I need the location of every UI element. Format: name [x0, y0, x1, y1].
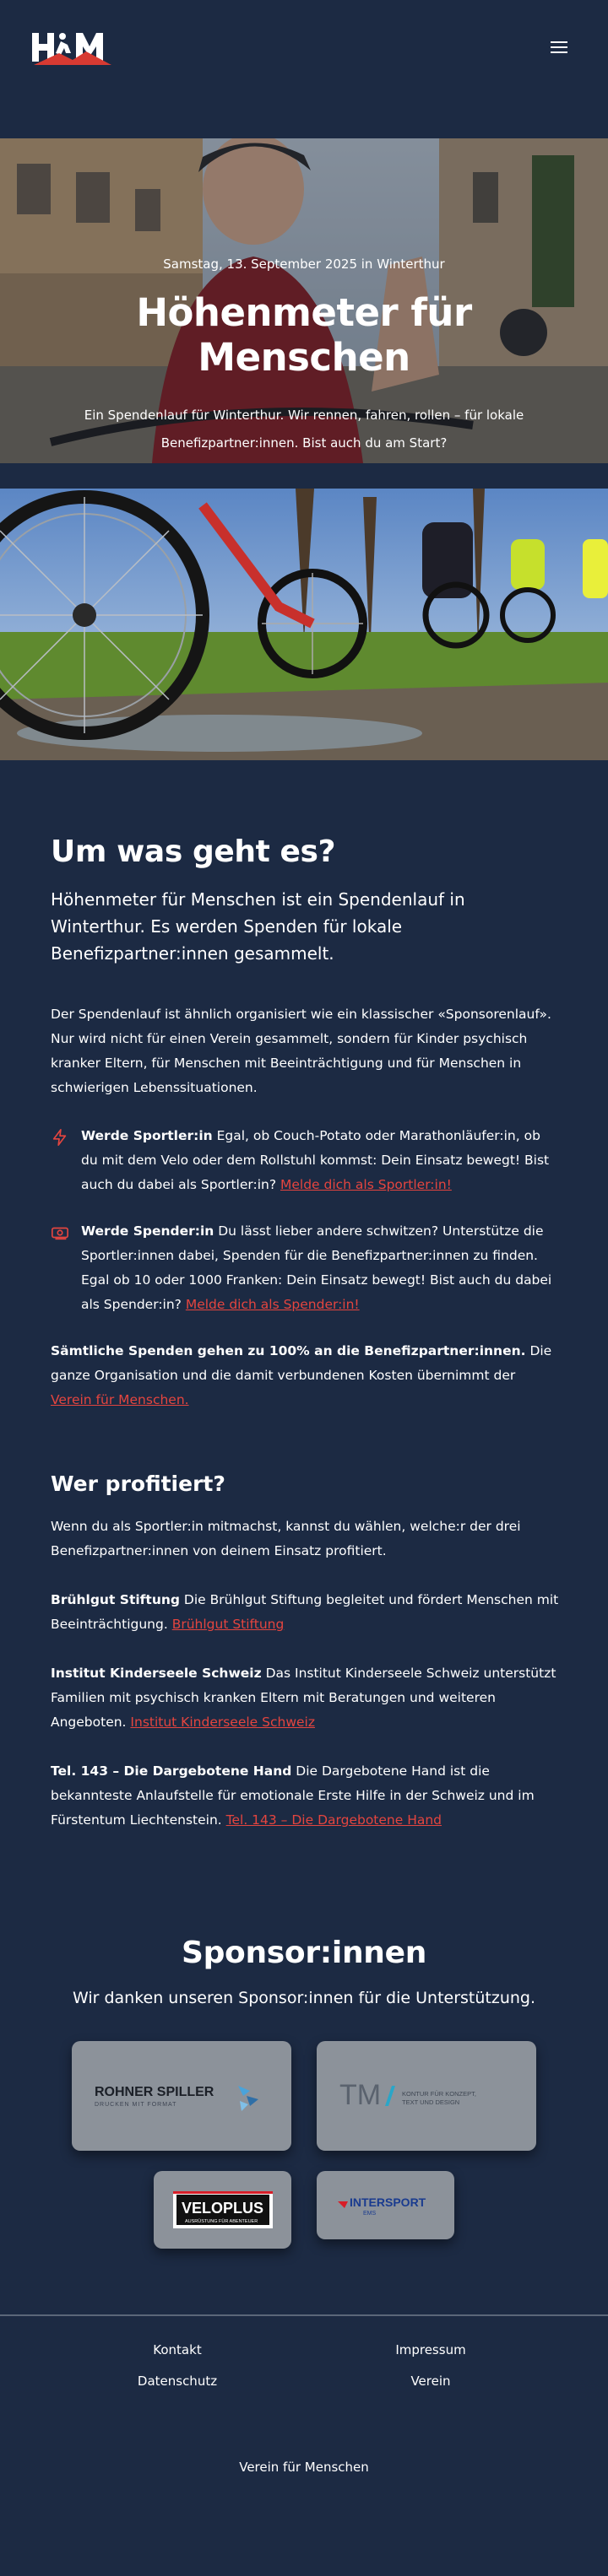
athlete-title: Werde Sportler:in	[81, 1128, 213, 1143]
svg-text:INTERSPORT: INTERSPORT	[350, 2195, 426, 2209]
hfm-logo-icon	[30, 31, 113, 65]
site-logo[interactable]	[30, 28, 113, 67]
sponsor-tm[interactable]: TM KONTUR FÜR KONZEPT, TEXT UND DESIGN	[317, 2041, 536, 2151]
kinderseele-link[interactable]: Institut Kinderseele Schweiz	[130, 1715, 315, 1730]
footer-organization: Verein für Menschen	[239, 2460, 369, 2475]
svg-text:VELOPLUS: VELOPLUS	[182, 2200, 263, 2217]
verein-link[interactable]: Verein für Menschen.	[51, 1392, 189, 1407]
sponsors-subtitle: Wir danken unseren Sponsor:innen für die…	[72, 1989, 536, 2007]
svg-text:ROHNER SPILLER: ROHNER SPILLER	[95, 2085, 214, 2099]
svg-text:DRUCKEN MIT FORMAT: DRUCKEN MIT FORMAT	[95, 2102, 176, 2108]
page-title: Höhenmeter für Menschen	[136, 290, 472, 380]
intersport-logo: INTERSPORT EMS	[337, 2195, 426, 2217]
beneficiaries-heading: Wer profitiert?	[51, 1472, 225, 1496]
beneficiary-name: Institut Kinderseele Schweiz	[51, 1666, 262, 1681]
hero-text: Ein Spendenlauf für Winterthur. Wir renn…	[68, 402, 540, 457]
beneficiary-item: Brühlgut Stiftung Die Brühlgut Stiftung …	[51, 1588, 559, 1637]
hamburger-menu-icon	[551, 41, 567, 43]
tel143-link[interactable]: Tel. 143 – Die Dargebotene Hand	[226, 1812, 442, 1828]
lightning-bolt-icon	[52, 1129, 67, 1146]
main-content: Um was geht es? Höhenmeter für Menschen …	[0, 760, 608, 1833]
donor-feature: Werde Spender:in Du lässt lieber andere …	[51, 1219, 559, 1317]
sponsors-section: Sponsor:innen Wir danken unseren Sponsor…	[0, 1936, 608, 2249]
donor-title: Werde Spender:in	[81, 1223, 214, 1239]
footer-links-right: Impressum Verein	[321, 2335, 540, 2397]
rohner-spiller-logo: ROHNER SPILLER DRUCKEN MIT FORMAT	[95, 2085, 258, 2111]
site-header	[0, 0, 608, 95]
hero-section: Samstag, 13. September 2025 in Winterthu…	[0, 138, 608, 463]
sponsor-veloplus[interactable]: VELOPLUS AUSRÜSTUNG FÜR ABENTEUER	[154, 2171, 291, 2249]
sponsor-intersport[interactable]: INTERSPORT EMS	[317, 2171, 454, 2239]
beneficiary-name: Tel. 143 – Die Dargebotene Hand	[51, 1763, 292, 1779]
footer-link-kontakt[interactable]: Kontakt	[68, 2335, 287, 2366]
bruehlgut-link[interactable]: Brühlgut Stiftung	[172, 1617, 285, 1632]
donation-note: Sämtliche Spenden gehen zu 100% an die B…	[51, 1339, 559, 1412]
bike-race-photo	[0, 489, 608, 760]
svg-text:TM: TM	[339, 2079, 381, 2111]
svg-text:KONTUR FÜR KONZEPT,: KONTUR FÜR KONZEPT,	[402, 2090, 476, 2098]
about-lead: Höhenmeter für Menschen ist ein Spendenl…	[51, 889, 465, 964]
about-intro: Der Spendenlauf ist ähnlich organisiert …	[51, 1007, 551, 1095]
signup-athlete-link[interactable]: Melde dich als Sportler:in!	[280, 1177, 452, 1192]
beneficiary-name: Brühlgut Stiftung	[51, 1592, 180, 1607]
sponsors-heading: Sponsor:innen	[181, 1936, 427, 1970]
event-date: Samstag, 13. September 2025 in Winterthu…	[163, 257, 445, 272]
tm-logo: TM KONTUR FÜR KONZEPT, TEXT UND DESIGN	[339, 2079, 476, 2111]
svg-text:EMS: EMS	[363, 2211, 377, 2217]
svg-text:TEXT UND DESIGN: TEXT UND DESIGN	[402, 2098, 459, 2106]
footer-link-datenschutz[interactable]: Datenschutz	[68, 2366, 287, 2397]
menu-button[interactable]	[551, 40, 571, 55]
sponsor-rohner-spiller[interactable]: ROHNER SPILLER DRUCKEN MIT FORMAT	[72, 2041, 291, 2151]
beneficiary-item: Tel. 143 – Die Dargebotene Hand Die Darg…	[51, 1759, 559, 1833]
about-heading: Um was geht es?	[51, 834, 336, 869]
money-bill-icon	[52, 1227, 68, 1240]
veloplus-logo: VELOPLUS AUSRÜSTUNG FÜR ABENTEUER	[172, 2191, 273, 2228]
footer-link-impressum[interactable]: Impressum	[321, 2335, 540, 2366]
beneficiary-item: Institut Kinderseele Schweiz Das Institu…	[51, 1661, 559, 1735]
beneficiaries-intro: Wenn du als Sportler:in mitmachst, kanns…	[51, 1519, 521, 1558]
hero-text-line1: Ein Spendenlauf für Winterthur. Wir renn…	[84, 408, 524, 423]
athlete-feature: Werde Sportler:in Egal, ob Couch-Potato …	[51, 1124, 559, 1197]
svg-text:AUSRÜSTUNG FÜR ABENTEUER: AUSRÜSTUNG FÜR ABENTEUER	[185, 2218, 258, 2224]
footer-link-verein[interactable]: Verein	[321, 2366, 540, 2397]
hero-text-line2: Benefizpartner:innen. Bist auch du am St…	[160, 435, 448, 451]
site-footer: Kontakt Datenschutz Impressum Verein Ver…	[0, 2314, 608, 2503]
footer-links-left: Kontakt Datenschutz	[68, 2335, 287, 2397]
donation-note-bold: Sämtliche Spenden gehen zu 100% an die B…	[51, 1343, 526, 1358]
signup-donor-link[interactable]: Melde dich als Spender:in!	[186, 1297, 360, 1312]
